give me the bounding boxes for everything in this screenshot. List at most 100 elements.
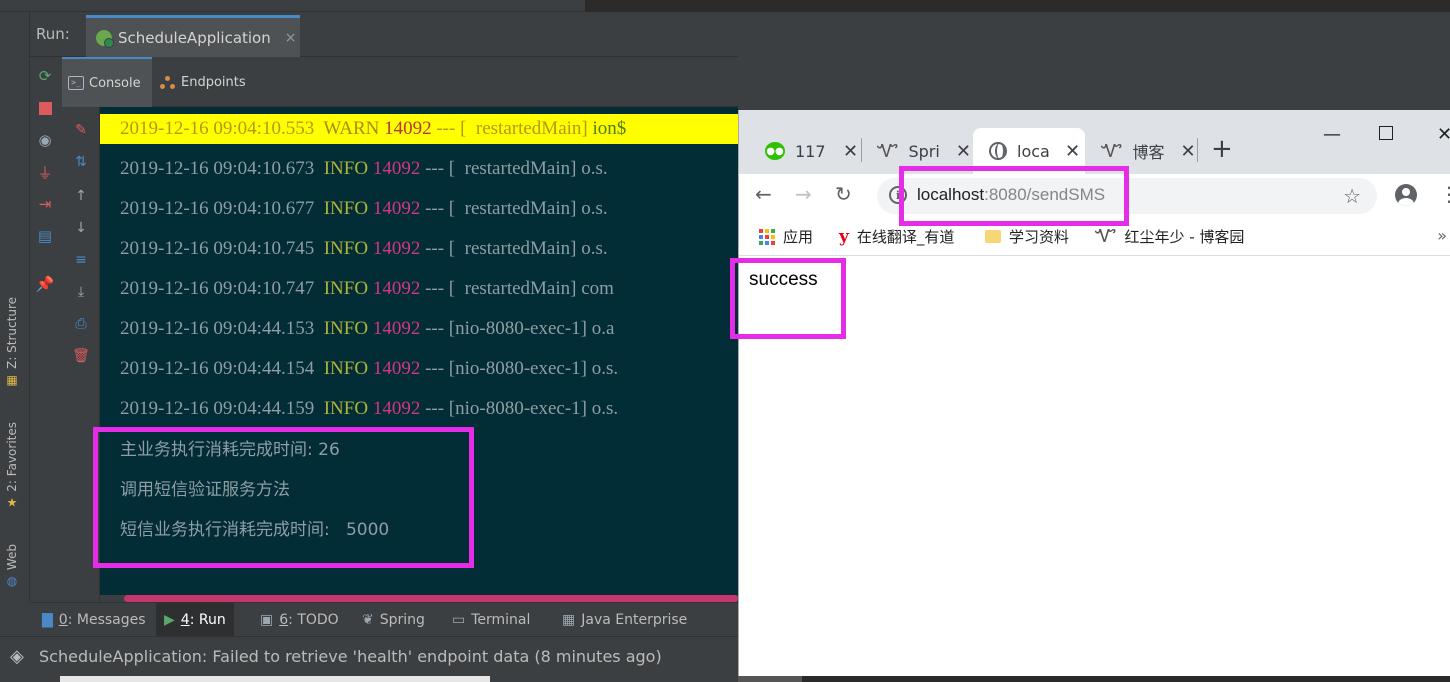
trash-icon[interactable]: 🗑 [72,347,90,365]
bookmarks-overflow[interactable]: » [1437,226,1447,245]
log-thread: restartedMain] [455,198,577,219]
browser-tab[interactable]: ●● 117. ✕ [749,128,861,174]
pin-icon[interactable]: 📌 [36,275,55,293]
reload-icon[interactable]: ↻ [835,182,852,206]
layout-icon[interactable]: ▤ [36,227,54,245]
sort-icon[interactable]: ⇅ [72,153,90,171]
camera-icon[interactable]: ◉ [36,131,54,149]
bookmark-folder[interactable]: 学习资料 [985,226,1069,247]
log-separator: --- [ [425,318,456,339]
plug-icon[interactable]: ⏚ [36,163,54,182]
log-line: 2019-12-16 09:04:10.673 INFO 14092 --- [… [120,154,608,184]
back-arrow-icon[interactable]: ← [755,182,772,206]
log-timestamp: 2019-12-16 09:04:44.159 [120,398,315,419]
up-arrow-icon[interactable]: ↑ [72,187,90,205]
log-pid: 14092 [372,198,421,219]
status-message[interactable]: ScheduleApplication: Failed to retrieve … [39,647,662,666]
log-line: 2019-12-16 09:04:44.159 INFO 14092 --- [… [120,394,618,424]
log-level: INFO [323,318,369,339]
run-tab-title: ScheduleApplication [118,28,271,47]
close-icon[interactable]: ✕ [843,141,858,162]
log-level: WARN [323,118,380,139]
browser-tab[interactable]: Ꮙ 博客 ✕ [1085,128,1197,174]
close-icon[interactable]: ✕ [1180,141,1195,162]
window-close-icon[interactable]: ✕ [1437,124,1450,145]
tab-run[interactable]: ▶ 4: Run [156,603,234,637]
log-line: 2019-12-16 09:04:10.745 INFO 14092 --- [… [120,234,608,264]
down-arrow-icon[interactable]: ↓ [72,219,90,237]
clear-icon[interactable]: ✎ [72,121,90,139]
log-thread: nio-8080-exec-1] [455,318,588,339]
log-separator: --- [ [425,278,456,299]
wechat-icon: ●● [765,142,785,160]
web-tool-tab[interactable]: ◍ Web [5,544,19,588]
log-level: INFO [323,358,369,379]
rerun-icon[interactable]: ⟳ [36,67,54,85]
structure-tool-tab[interactable]: ▦ Z: Structure [5,297,19,387]
tab-endpoints[interactable]: Endpoints [154,57,254,107]
bookmark-label: 在线翻译_有道 [856,228,955,246]
tab-spring[interactable]: ❦ Spring [354,603,433,637]
tab-console-label: Console [89,75,141,91]
address-bar[interactable]: i localhost:8080/sendSMS ☆ [877,178,1377,214]
bookmark-star-icon[interactable]: ☆ [1343,184,1361,208]
print-icon[interactable]: ⎙ [72,315,90,333]
soft-wrap-icon[interactable]: ≡ [72,251,90,269]
layers-icon[interactable]: ◈ [10,646,24,667]
info-icon[interactable]: i [889,186,907,204]
scroll-to-end-icon[interactable]: ⤓ [72,283,90,301]
maximize-icon[interactable] [1379,126,1393,140]
structure-icon: ▦ [5,372,19,387]
url-text[interactable]: localhost:8080/sendSMS [917,185,1105,205]
tab-terminal[interactable]: ▭ Terminal [444,603,538,637]
forward-arrow-icon[interactable]: → [795,182,812,206]
log-line-warn: 2019-12-16 09:04:10.553 WARN 14092 --- [… [100,114,738,144]
tab-console[interactable]: >_ Console [62,57,152,107]
bookmark-youdao[interactable]: y 在线翻译_有道 [839,226,954,247]
cnblogs-icon: Ꮙ [1101,140,1123,162]
tab-messages[interactable]: ▇ 0: Messages [34,603,154,637]
favorites-tool-tab[interactable]: ★ 2: Favorites [5,422,19,510]
tab-num: 0 [58,612,68,628]
stop-icon[interactable] [36,99,54,117]
browser-toolbar: ← → ↻ i localhost:8080/sendSMS ☆ ⋮ [739,174,1450,218]
log-class: com [581,278,614,299]
browser-tab-title: 博客 [1132,143,1165,162]
run-config-tab[interactable]: ScheduleApplication × [86,15,300,57]
tab-java-enterprise[interactable]: ▦ Java Enterprise [554,603,695,637]
youdao-icon: y [839,226,849,247]
web-tab-label: Web [5,544,19,571]
cnblogs-icon: Ꮙ [877,140,899,162]
browser-window: ●● 117. ✕ Ꮙ Sprin ✕ local ✕ Ꮙ 博客 ✕ + — ✕… [738,110,1450,676]
log-pid: 14092 [372,358,421,379]
messages-icon: ▇ [42,612,53,628]
browser-tab-active[interactable]: local ✕ [973,128,1085,174]
log-pid: 14092 [372,318,421,339]
star-icon: ★ [5,495,19,510]
menu-dots-icon[interactable]: ⋮ [1439,182,1450,206]
tab-run-label: 4: Run [181,612,226,628]
log-pid: 14092 [372,398,421,419]
new-tab-button[interactable]: + [1211,136,1233,162]
profile-avatar-icon[interactable] [1395,184,1417,206]
log-line: 2019-12-16 09:04:44.153 INFO 14092 --- [… [120,314,614,344]
close-icon[interactable]: ✕ [1065,141,1080,162]
exit-icon[interactable]: ⇥ [36,195,54,213]
tab-text: : Run [189,612,226,628]
log-line: 2019-12-16 09:04:44.154 INFO 14092 --- [… [120,354,618,384]
response-text: success [749,269,818,290]
bookmark-cnblogs[interactable]: Ꮙ 红尘年少 - 博客园 [1095,226,1244,247]
bottom-tool-tabs: ▇ 0: Messages ▶ 4: Run ▣ 6: TODO ❦ Sprin… [30,602,738,637]
close-icon[interactable]: ✕ [956,141,971,162]
spring-leaf-icon: ❦ [362,612,374,628]
browser-tab[interactable]: Ꮙ Sprin ✕ [861,128,971,174]
console-output[interactable]: 2019-12-16 09:04:10.553 WARN 14092 --- [… [100,107,738,595]
close-icon[interactable]: × [285,30,297,46]
horizontal-scrollbar[interactable] [124,595,738,602]
minimize-icon[interactable]: — [1323,124,1341,145]
folder-icon [985,230,1001,243]
bookmark-apps[interactable]: 应用 [759,226,813,247]
log-separator: --- [ [425,158,456,179]
favorites-tab-label: 2: Favorites [5,422,19,492]
tab-todo[interactable]: ▣ 6: TODO [252,603,347,637]
